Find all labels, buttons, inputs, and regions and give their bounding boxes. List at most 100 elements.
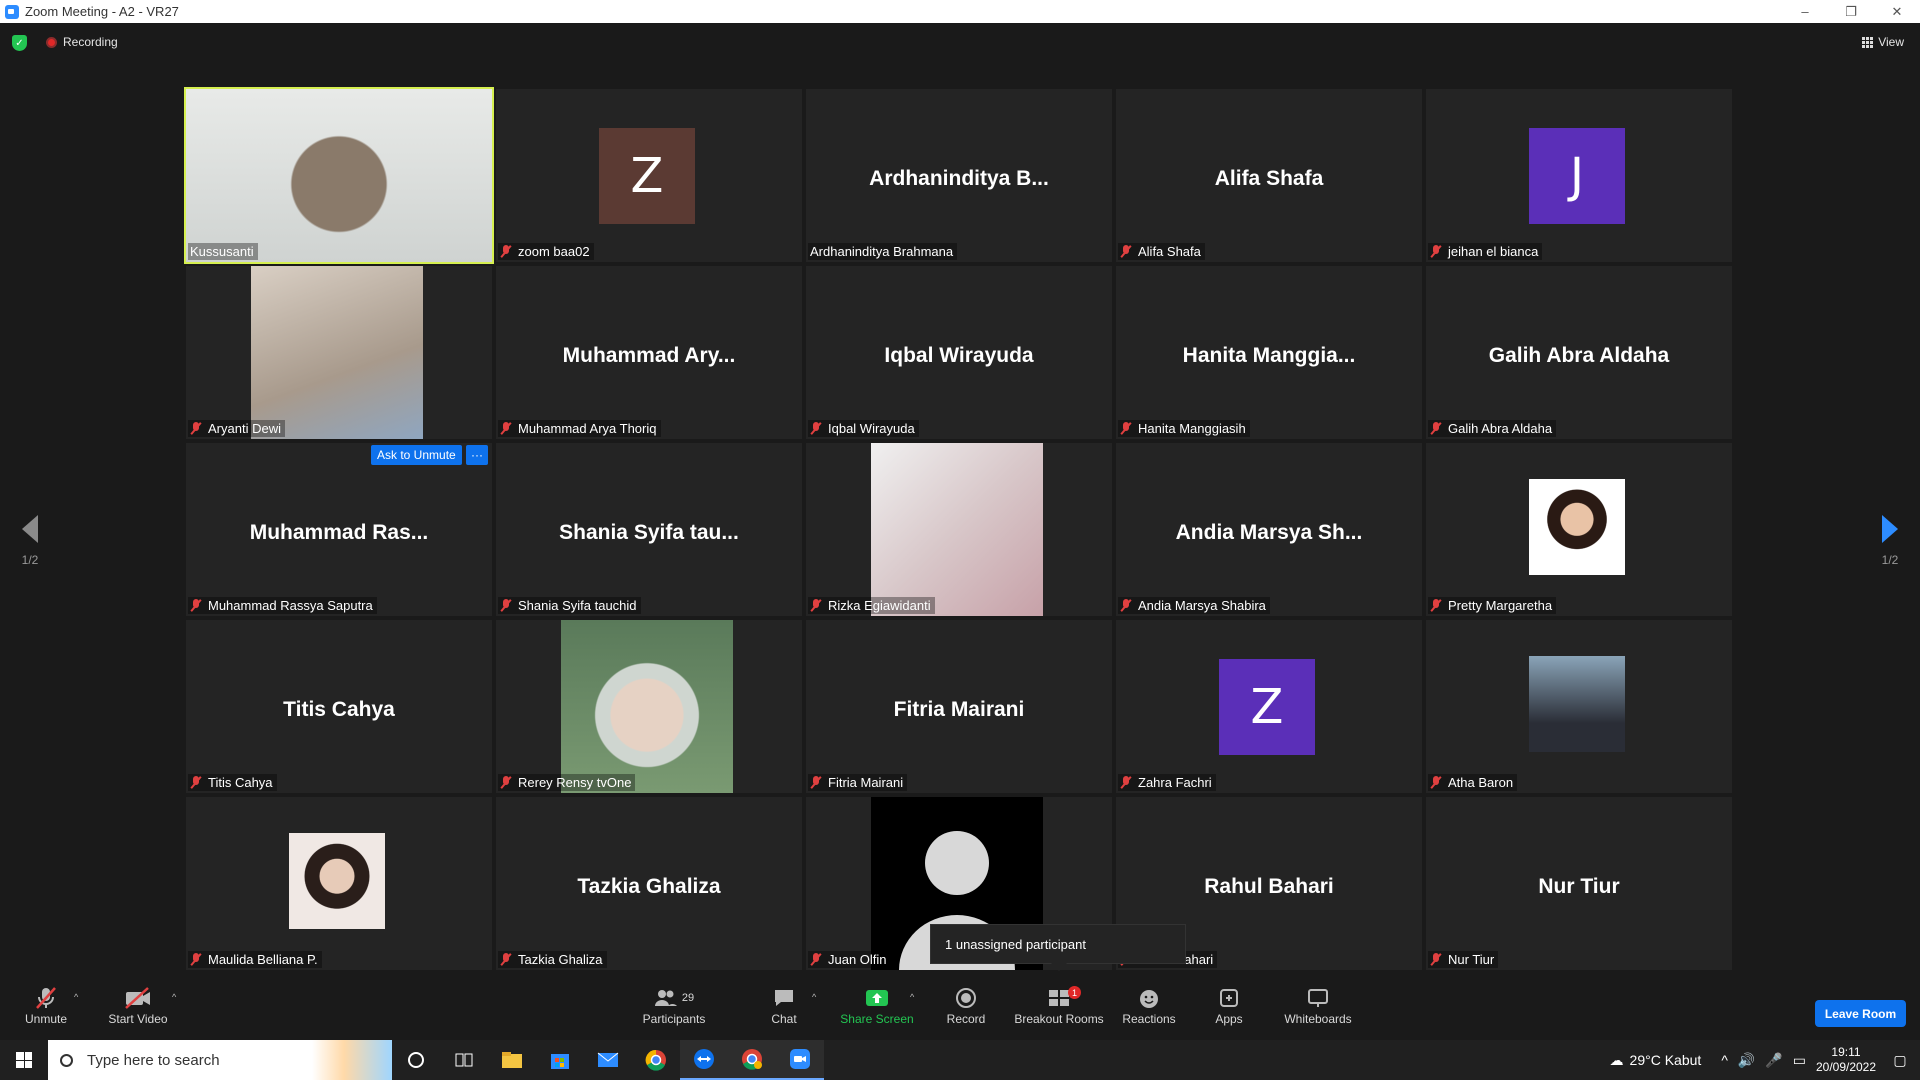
whiteboards-label: Whiteboards — [1284, 1012, 1352, 1026]
unmute-button[interactable]: Unmute — [18, 984, 74, 1036]
participant-tile[interactable]: Fitria Mairani Fitria Mairani — [806, 620, 1112, 793]
close-button[interactable]: ✕ — [1874, 0, 1920, 23]
participant-display-name: Andia Marsya Sh... — [1175, 521, 1363, 544]
participant-tile[interactable]: Rizka Egiawidanti — [806, 443, 1112, 616]
muted-mic-icon — [1430, 245, 1442, 258]
page-indicator-left: 1/2 — [21, 553, 39, 567]
tray-chevron-icon[interactable]: ^ — [1721, 1052, 1728, 1068]
microphone-icon[interactable]: 🎤 — [1765, 1052, 1782, 1069]
zoom-logo-icon — [5, 4, 19, 19]
participant-video-feed — [561, 620, 733, 793]
clock[interactable]: 19:11 20/09/2022 — [1812, 1045, 1880, 1075]
participant-name: Kussusanti — [190, 244, 254, 259]
participant-tile[interactable]: Jjeihan el bianca — [1426, 89, 1732, 262]
chat-options-caret[interactable]: ^ — [812, 992, 816, 1002]
participant-name-label: Maulida Belliana P. — [188, 951, 322, 968]
window-controls: – ❐ ✕ — [1782, 0, 1920, 23]
participant-name: Hanita Manggiasih — [1138, 421, 1246, 436]
participant-name: Muhammad Rassya Saputra — [208, 598, 373, 613]
recording-indicator[interactable]: Recording — [46, 35, 118, 49]
participant-tile[interactable]: Ardhaninditya B... Ardhaninditya Brahmana — [806, 89, 1112, 262]
ask-to-unmute-button[interactable]: Ask to Unmute — [371, 445, 462, 465]
participant-tile[interactable]: Atha Baron — [1426, 620, 1732, 793]
cortana-icon[interactable] — [392, 1040, 440, 1080]
participant-tile[interactable]: Shania Syifa tau... Shania Syifa tauchid — [496, 443, 802, 616]
weather-icon[interactable]: ☁ — [1610, 1052, 1624, 1069]
minimize-button[interactable]: – — [1782, 0, 1828, 23]
apps-button[interactable]: Apps — [1212, 984, 1246, 1036]
participant-name: Iqbal Wirayuda — [828, 421, 915, 436]
view-button[interactable]: View — [1862, 35, 1904, 49]
security-shield-icon[interactable]: ✓ — [12, 35, 27, 51]
participant-name: Zahra Fachri — [1138, 775, 1212, 790]
participant-tile[interactable]: Rerey Rensy tvOne — [496, 620, 802, 793]
participant-tile[interactable]: Andia Marsya Sh... Andia Marsya Shabira — [1116, 443, 1422, 616]
participant-profile-picture — [289, 833, 385, 929]
grid-view-icon — [1862, 36, 1874, 48]
participant-name: Fitria Mairani — [828, 775, 904, 790]
zoom-taskbar-icon[interactable] — [776, 1040, 824, 1080]
microsoft-store-icon[interactable] — [536, 1040, 584, 1080]
participant-tile[interactable]: Hanita Manggia... Hanita Manggiasih — [1116, 266, 1422, 439]
leave-room-button[interactable]: Leave Room — [1815, 1000, 1906, 1027]
reactions-smiley-icon — [1120, 984, 1178, 1012]
chrome-profile-icon[interactable] — [728, 1040, 776, 1080]
share-options-caret[interactable]: ^ — [910, 992, 914, 1002]
restore-button[interactable]: ❐ — [1828, 0, 1874, 23]
whiteboards-button[interactable]: Whiteboards — [1282, 984, 1354, 1036]
taskbar-search-box[interactable]: Type here to search — [48, 1040, 392, 1080]
participant-tile[interactable]: Pretty Margaretha — [1426, 443, 1732, 616]
arrow-left-icon[interactable] — [22, 515, 38, 543]
muted-mic-icon — [810, 953, 822, 966]
participant-tile[interactable]: Z Zahra Fachri — [1116, 620, 1422, 793]
participant-name: Aryanti Dewi — [208, 421, 281, 436]
participant-name: Juan Olfin — [828, 952, 887, 967]
breakout-rooms-label: Breakout Rooms — [1014, 1012, 1104, 1026]
network-icon[interactable]: ▭ — [1793, 1052, 1806, 1069]
chrome-icon[interactable] — [632, 1040, 680, 1080]
participant-tile[interactable]: Galih Abra Aldaha Galih Abra Aldaha — [1426, 266, 1732, 439]
participant-tile[interactable]: Kussusanti — [184, 87, 494, 264]
participants-icon: 29 — [640, 984, 708, 1012]
window-titlebar: Zoom Meeting - A2 - VR27 – ❐ ✕ — [0, 0, 1920, 23]
participant-name-label: zoom baa02 — [498, 243, 594, 260]
reactions-button[interactable]: Reactions — [1120, 984, 1178, 1036]
participant-name-label: Tazkia Ghaliza — [498, 951, 607, 968]
windows-logo-icon — [16, 1052, 32, 1068]
video-options-caret[interactable]: ^ — [172, 992, 176, 1002]
participant-tile[interactable]: Titis Cahya Titis Cahya — [186, 620, 492, 793]
speaker-icon[interactable]: 🔊 — [1738, 1052, 1755, 1069]
participant-tile[interactable]: Muhammad Ary... Muhammad Arya Thoriq — [496, 266, 802, 439]
next-page-nav[interactable]: 1/2 — [1870, 515, 1910, 567]
participant-tile[interactable]: Iqbal Wirayuda Iqbal Wirayuda — [806, 266, 1112, 439]
participant-tile[interactable]: Maulida Belliana P. — [186, 797, 492, 970]
participant-tile[interactable]: Zzoom baa02 — [496, 89, 802, 262]
breakout-rooms-button[interactable]: 1 Breakout Rooms — [1014, 984, 1104, 1036]
participants-button[interactable]: 29 Participants — [640, 984, 708, 1036]
start-button[interactable] — [0, 1040, 48, 1080]
participants-label: Participants — [642, 1012, 706, 1026]
share-screen-button[interactable]: Share Screen — [840, 984, 914, 1036]
participant-tile[interactable]: Aryanti Dewi — [186, 266, 492, 439]
page-indicator-right: 1/2 — [1881, 553, 1899, 567]
start-video-button[interactable]: Start Video — [104, 984, 172, 1036]
more-options-button[interactable]: ··· — [466, 445, 488, 465]
file-explorer-icon[interactable] — [488, 1040, 536, 1080]
mail-icon[interactable] — [584, 1040, 632, 1080]
participant-name: Rerey Rensy tvOne — [518, 775, 632, 790]
participant-tile[interactable]: Nur Tiur Nur Tiur — [1426, 797, 1732, 970]
participant-tile[interactable]: Alifa Shafa Alifa Shafa — [1116, 89, 1422, 262]
participant-tile[interactable]: Muhammad Ras... Ask to Unmute ··· Muhammad … — [186, 443, 492, 616]
record-button[interactable]: Record — [944, 984, 988, 1036]
muted-mic-icon — [500, 245, 512, 258]
notifications-icon[interactable]: ▢ — [1880, 1052, 1920, 1069]
previous-page-nav[interactable]: 1/2 — [10, 515, 50, 567]
participant-tile[interactable]: Tazkia Ghaliza Tazkia Ghaliza — [496, 797, 802, 970]
chat-button[interactable]: Chat — [766, 984, 802, 1036]
arrow-right-icon[interactable] — [1882, 515, 1898, 543]
participant-display-name: Titis Cahya — [283, 698, 395, 721]
audio-options-caret[interactable]: ^ — [74, 992, 78, 1002]
weather-text[interactable]: 29°C Kabut — [1630, 1052, 1702, 1068]
teamviewer-icon[interactable] — [680, 1040, 728, 1080]
task-view-icon[interactable] — [440, 1040, 488, 1080]
